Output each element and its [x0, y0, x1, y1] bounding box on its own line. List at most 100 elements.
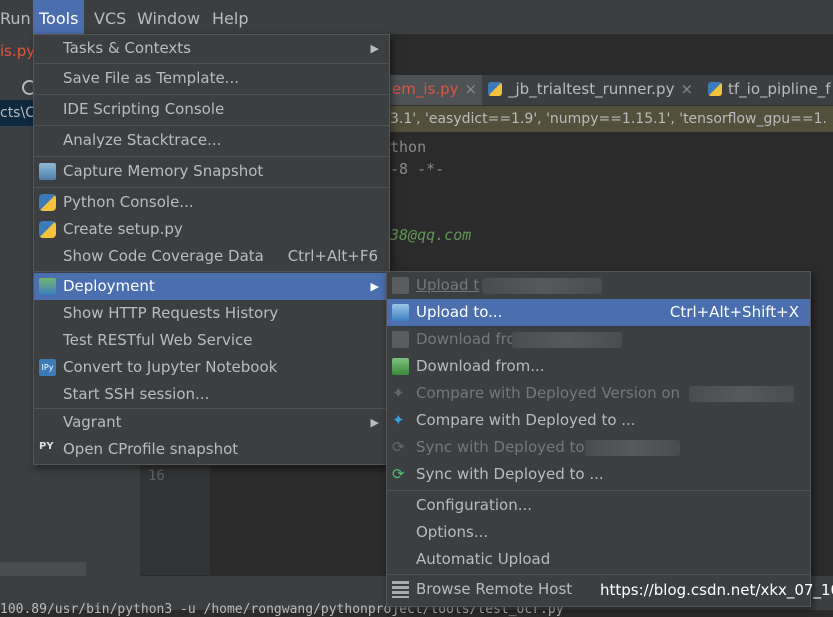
menu-item-label: Browse Remote Host [416, 580, 573, 598]
python-file-icon [488, 82, 502, 96]
menu-item-label: Capture Memory Snapshot [63, 162, 264, 180]
line-number: 16 [148, 468, 165, 484]
menu-item-test-restful-web-service[interactable]: Test RESTful Web Service [34, 327, 389, 354]
tools-menu: Tasks & Contexts ▶ Save File as Template… [33, 34, 390, 465]
menu-item-label: Download from... [416, 357, 545, 375]
menu-item-label: Deployment [63, 277, 155, 295]
menu-item-python-console[interactable]: Python Console... [34, 189, 389, 216]
menu-item-label: Sync with Deployed to [416, 438, 585, 456]
menu-bar: Run Tools VCS Window Help [0, 0, 833, 34]
separator [34, 63, 389, 64]
download-icon [392, 358, 409, 375]
menu-item-label: Analyze Stacktrace... [63, 131, 222, 149]
menu-item-capture-memory-snapshot[interactable]: Capture Memory Snapshot [34, 158, 389, 185]
submenu-arrow-icon: ▶ [370, 280, 379, 293]
submenu-arrow-icon: ▶ [370, 416, 379, 429]
menu-item-sync-deployed-to[interactable]: ⟳ Sync with Deployed to ... [387, 461, 810, 488]
menu-item-label: Upload to... [416, 303, 503, 321]
redacted-server-name [512, 332, 622, 348]
menu-item-convert-to-jupyter[interactable]: IPy Convert to Jupyter Notebook [34, 354, 389, 381]
menu-item-vagrant[interactable]: Vagrant ▶ [34, 409, 389, 436]
close-icon[interactable]: × [465, 80, 478, 98]
menu-item-label: Configuration... [416, 496, 533, 514]
menu-item-label: Save File as Template... [63, 69, 239, 87]
menu-item-label: Convert to Jupyter Notebook [63, 358, 278, 376]
menu-item-show-code-coverage[interactable]: Show Code Coverage Data Ctrl+Alt+F6 [34, 243, 389, 270]
menu-item-upload-to-default[interactable]: Upload t [387, 272, 810, 299]
submenu-arrow-icon: ▶ [370, 42, 379, 55]
menu-item-label: Vagrant [63, 413, 122, 431]
separator [34, 187, 389, 188]
memory-snapshot-icon [39, 163, 56, 180]
separator [387, 574, 810, 575]
redacted-server-name [585, 440, 680, 456]
compare-icon: ✦ [392, 384, 405, 402]
watermark: https://blog.csdn.net/xkx_07_10 [600, 581, 833, 599]
menu-item-upload-to[interactable]: Upload to... Ctrl+Alt+Shift+X [387, 299, 810, 326]
sync-icon: ⟳ [392, 438, 405, 456]
separator [387, 490, 810, 491]
menu-item-open-cprofile-snapshot[interactable]: PY Open CProfile snapshot [34, 436, 389, 463]
menu-item-shortcut: Ctrl+Alt+Shift+X [669, 303, 799, 321]
menu-item-label: Test RESTful Web Service [63, 331, 253, 349]
left-file-tab[interactable]: is.py [0, 42, 35, 60]
close-icon[interactable]: × [680, 80, 693, 98]
sync-icon: ⟳ [392, 465, 405, 483]
separator [34, 125, 389, 126]
menu-item-download-from-default[interactable]: Download fror [387, 326, 810, 353]
menu-run[interactable]: Run [0, 0, 37, 34]
horizontal-scrollbar[interactable] [0, 562, 86, 576]
menu-item-label: Tasks & Contexts [63, 39, 191, 57]
python-icon [39, 194, 56, 211]
deployment-icon [39, 278, 56, 295]
menu-item-compare-deployed-to[interactable]: ✦ Compare with Deployed to ... [387, 407, 810, 434]
separator [34, 156, 389, 157]
code-line: thon [390, 138, 427, 156]
editor-tab-row: em_is.py × _jb_trialtest_runner.py × tf_io… [390, 75, 833, 106]
menu-item-label: Compare with Deployed Version on [416, 384, 681, 402]
code-line: -8 -*- [390, 160, 445, 178]
jupyter-icon: IPy [39, 359, 56, 376]
menu-item-download-from[interactable]: Download from... [387, 353, 810, 380]
menu-item-label: Create setup.py [63, 220, 183, 238]
menu-item-start-ssh-session[interactable]: Start SSH session... [34, 381, 389, 408]
menu-item-shortcut: Ctrl+Alt+F6 [287, 247, 378, 265]
menu-item-configuration[interactable]: Configuration... [387, 492, 810, 519]
menu-help[interactable]: Help [206, 0, 254, 34]
menu-window[interactable]: Window [131, 0, 206, 34]
menu-item-sync-deployed-default[interactable]: ⟳ Sync with Deployed to [387, 434, 810, 461]
menu-item-tasks-contexts[interactable]: Tasks & Contexts ▶ [34, 35, 389, 62]
menu-item-label: Upload t [416, 276, 480, 294]
python-file-icon [39, 221, 56, 238]
menu-item-save-file-as-template[interactable]: Save File as Template... [34, 65, 389, 92]
separator [34, 94, 389, 95]
menu-item-label: Show HTTP Requests History [63, 304, 279, 322]
menu-vcs[interactable]: VCS [88, 0, 132, 34]
menu-item-label: IDE Scripting Console [63, 100, 225, 118]
menu-tools[interactable]: Tools [33, 0, 85, 34]
python-file-icon [708, 82, 722, 96]
menu-item-ide-scripting-console[interactable]: IDE Scripting Console [34, 96, 389, 123]
menu-item-deployment[interactable]: Deployment ▶ [34, 273, 389, 300]
tab-label: tf_io_pipline_f [728, 80, 831, 98]
deployment-submenu: Upload t Upload to... Ctrl+Alt+Shift+X D… [386, 271, 811, 607]
package-requirements-bar[interactable]: 3.1', 'easydict==1.9', 'numpy==1.15.1', … [390, 106, 833, 132]
tab-tf-io-pipline[interactable]: tf_io_pipline_f [708, 75, 831, 105]
tab-label: em_is.py [392, 80, 459, 98]
menu-item-options[interactable]: Options... [387, 519, 810, 546]
menu-item-label: Compare with Deployed to ... [416, 411, 636, 429]
upload-icon [392, 277, 409, 294]
menu-item-create-setup-py[interactable]: Create setup.py [34, 216, 389, 243]
menu-item-compare-deployed-version[interactable]: ✦ Compare with Deployed Version on [387, 380, 810, 407]
menu-item-show-http-requests-history[interactable]: Show HTTP Requests History [34, 300, 389, 327]
tab-jb-trialtest-runner[interactable]: _jb_trialtest_runner.py × [488, 75, 693, 105]
menu-item-automatic-upload[interactable]: Automatic Upload [387, 546, 810, 573]
menu-item-label: Download fror [416, 330, 522, 348]
menu-item-label: Start SSH session... [63, 385, 210, 403]
project-path[interactable]: cts\C [0, 100, 33, 126]
tab-em-is[interactable]: em_is.py × [390, 75, 482, 105]
menu-item-analyze-stacktrace[interactable]: Analyze Stacktrace... [34, 127, 389, 154]
menu-item-label: Options... [416, 523, 489, 541]
separator [34, 271, 389, 272]
menu-item-label: Python Console... [63, 193, 194, 211]
